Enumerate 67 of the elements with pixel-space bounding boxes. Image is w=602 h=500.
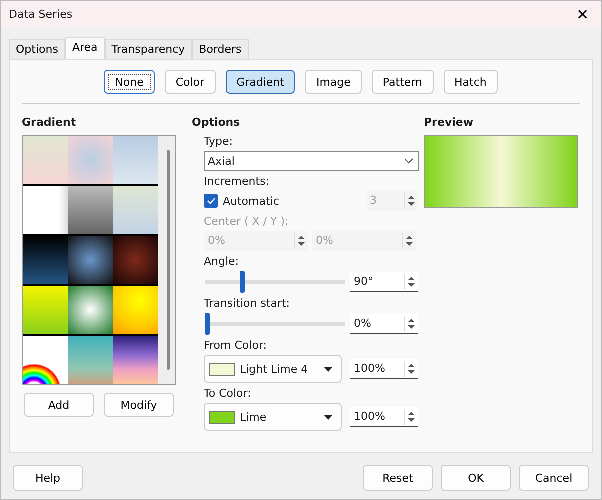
section-heading: Gradient <box>22 116 78 129</box>
window-title: Data Series <box>9 8 73 21</box>
fill-type-button[interactable]: Color <box>164 70 216 94</box>
gradient-swatch[interactable] <box>113 186 158 234</box>
field-label: From Color: <box>204 339 268 352</box>
spin-field[interactable]: 0% <box>350 314 418 334</box>
fill-type-button[interactable]: None <box>104 70 155 94</box>
section-heading: Options <box>192 116 242 129</box>
spin-arrows-icon[interactable] <box>294 232 308 248</box>
field-label: Center ( X / Y ): <box>204 215 290 228</box>
gradient-swatch[interactable] <box>113 136 158 184</box>
spin-arrows-icon[interactable] <box>404 360 418 376</box>
close-button[interactable]: ✕ <box>565 2 601 28</box>
tab[interactable]: Borders <box>192 39 249 59</box>
gradient-swatch[interactable] <box>23 186 68 234</box>
spin-arrows-icon[interactable] <box>404 408 418 424</box>
slider-thumb[interactable] <box>205 313 210 335</box>
color-dropdown[interactable]: Lime <box>204 403 342 431</box>
spin-field[interactable]: 100% <box>350 359 418 379</box>
field-label: Increments: <box>204 175 271 188</box>
spin-arrows-icon[interactable] <box>404 316 418 332</box>
checkbox-label: Automatic <box>223 194 280 208</box>
fill-type-button[interactable]: Hatch <box>444 70 498 94</box>
dialog-button[interactable]: OK <box>441 465 511 491</box>
gallery-button[interactable]: Add <box>24 393 94 417</box>
gradient-swatch[interactable] <box>113 286 158 334</box>
gradient-swatch[interactable] <box>113 336 158 384</box>
tab[interactable]: Area <box>65 37 105 59</box>
section-heading: Preview <box>424 116 475 129</box>
caret-icon <box>324 414 333 420</box>
checkmark-icon <box>206 197 216 205</box>
scrollbar[interactable] <box>167 150 170 370</box>
color-name: Light Lime 4 <box>240 362 310 376</box>
color-dropdown[interactable]: Light Lime 4 <box>204 355 342 383</box>
field-label: To Color: <box>204 387 252 400</box>
field-label: Type: <box>204 135 234 148</box>
dialog-button[interactable]: Reset <box>363 465 433 491</box>
dropdown-value: Axial <box>208 154 235 168</box>
gradient-swatch[interactable] <box>113 236 158 284</box>
type-dropdown[interactable]: Axial <box>204 151 419 171</box>
chevron-icon <box>404 158 414 164</box>
tab[interactable]: Transparency <box>104 39 192 59</box>
dialog-button[interactable]: Cancel <box>519 465 589 491</box>
gradient-swatch[interactable] <box>23 336 68 384</box>
gradient-swatch[interactable] <box>68 236 113 284</box>
gradient-swatch[interactable] <box>23 236 68 284</box>
tab[interactable]: Options <box>9 39 66 59</box>
caret-icon <box>324 366 333 372</box>
field-label: Angle: <box>204 255 240 268</box>
gradient-swatch[interactable] <box>68 286 113 334</box>
spin-field[interactable]: 90° <box>350 272 418 292</box>
fill-type-button[interactable]: Pattern <box>372 70 434 94</box>
gradient-swatch[interactable] <box>23 136 68 184</box>
fill-type-button[interactable]: Image <box>305 70 362 94</box>
fill-type-button[interactable]: Gradient <box>226 70 296 94</box>
color-name: Lime <box>240 410 268 424</box>
gradient-swatch[interactable] <box>68 186 113 234</box>
gallery-button[interactable]: Modify <box>104 393 174 417</box>
gradient-swatch[interactable] <box>23 286 68 334</box>
help-button[interactable]: Help <box>13 465 83 491</box>
gradient-swatch[interactable] <box>68 336 113 384</box>
spin-field[interactable]: 100% <box>350 407 418 427</box>
gradient-swatch[interactable] <box>68 136 113 184</box>
field-label: Transition start: <box>204 297 292 310</box>
slider-thumb[interactable] <box>240 271 245 293</box>
spin-arrows-icon[interactable] <box>404 274 418 290</box>
spin-arrows-icon[interactable] <box>402 232 416 248</box>
